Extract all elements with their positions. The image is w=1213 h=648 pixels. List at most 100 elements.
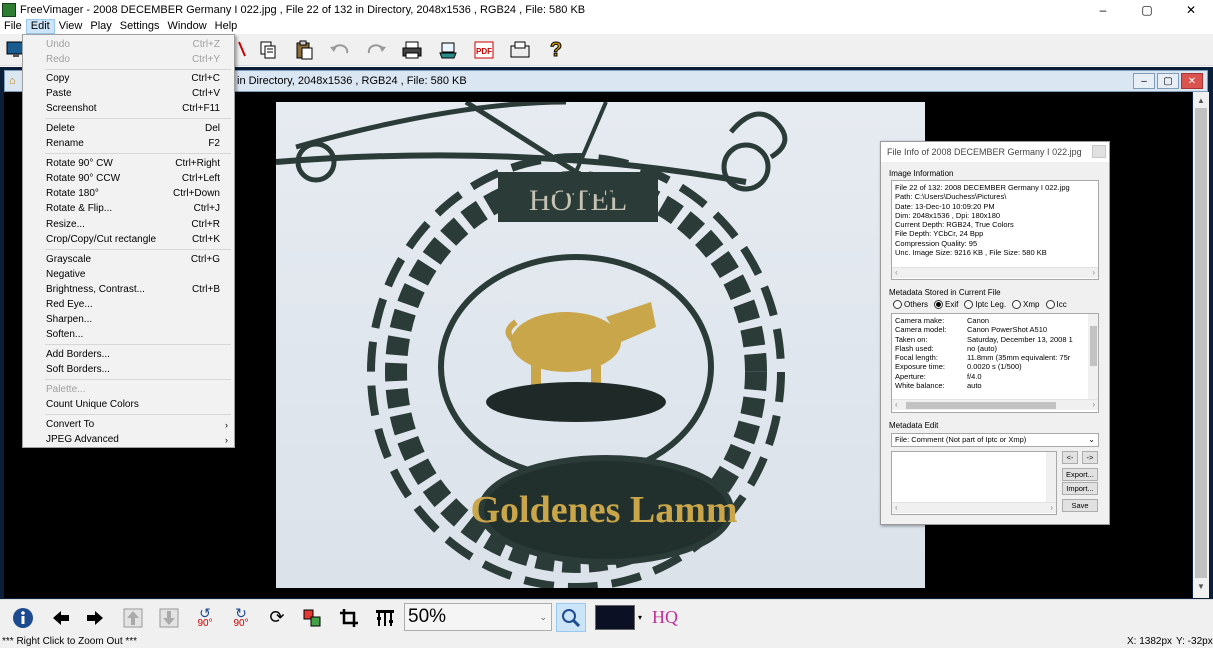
app-icon [2,2,16,17]
child-close-button[interactable]: ✕ [1181,73,1203,89]
menu-item-resize[interactable]: Resize... Ctrl+R [23,217,234,232]
save-button[interactable]: Save [1062,499,1098,512]
menu-play[interactable]: Play [86,19,115,34]
menu-item-sharpen[interactable]: Sharpen... [23,312,234,327]
scroll-left-icon[interactable]: ‹ [895,503,898,512]
menu-item-paste[interactable]: Paste Ctrl+V [23,86,234,101]
prev-field-button[interactable]: <- [1062,451,1078,464]
menu-item-jpeg-advanced[interactable]: JPEG Advanced › [23,432,234,447]
refresh-icon[interactable]: ⟳ [262,603,292,632]
previous-icon[interactable] [46,603,76,632]
radio-iptc-leg[interactable]: Iptc Leg. [964,300,1006,309]
menu-file[interactable]: File [0,19,26,34]
menu-item-soften[interactable]: Soften... [23,327,234,342]
maximize-button[interactable]: ▢ [1125,0,1169,19]
rotate-cw-icon[interactable]: ↻ 90° [226,603,256,632]
child-maximize-button[interactable]: ▢ [1157,73,1179,89]
metadata-row: Aperture: f/4.0 [895,371,982,381]
window-title: FreeVimager - 2008 DECEMBER Germany I 02… [20,3,586,16]
undo-icon[interactable] [326,36,354,64]
menu-item-delete[interactable]: Delete Del [23,121,234,136]
menu-window[interactable]: Window [164,19,211,34]
menu-item-soft-borders[interactable]: Soft Borders... [23,362,234,377]
pdf-icon[interactable]: PDF [470,36,498,64]
file-info-titlebar[interactable]: File Info of 2008 DECEMBER Germany I 022… [881,142,1109,162]
first-icon[interactable] [118,603,148,632]
menu-item-rotate-180[interactable]: Rotate 180° Ctrl+Down [23,186,234,201]
radio-others[interactable]: Others [893,300,928,309]
scroll-down-icon[interactable]: ▼ [1193,578,1209,594]
menu-item-rotate-cw[interactable]: Rotate 90° CW Ctrl+Right [23,156,234,171]
image-info-box[interactable]: File 22 of 132: 2008 DECEMBER Germany I … [891,180,1099,280]
zoom-tool-icon[interactable] [556,603,586,632]
radio-exif[interactable]: Exif [934,300,958,309]
next-icon[interactable] [80,603,110,632]
menu-item-count-colors[interactable]: Count Unique Colors [23,397,234,412]
info-icon[interactable] [8,603,38,632]
menu-item-rename[interactable]: Rename F2 [23,136,234,151]
adjust-icon[interactable] [370,603,400,632]
menu-item-add-borders[interactable]: Add Borders... [23,347,234,362]
menu-item-rotate-flip[interactable]: Rotate & Flip... Ctrl+J [23,201,234,216]
scroll-right-icon[interactable]: › [1050,503,1053,512]
menu-item-red-eye[interactable]: Red Eye... [23,297,234,312]
menu-item-convert-to[interactable]: Convert To › [23,417,234,432]
hq-icon[interactable]: HQ [650,603,680,632]
rotate-ccw-icon[interactable]: ↺ 90° [190,603,220,632]
metadata-field-select[interactable]: File: Comment (Not part of Iptc or Xmp) … [891,433,1099,447]
image-info-line: File Depth: YCbCr, 24 Bpp [895,229,984,239]
child-minimize-button[interactable]: – [1133,73,1155,89]
paste-icon[interactable] [290,36,318,64]
file-info-close-button[interactable] [1092,145,1106,158]
email-icon[interactable] [506,36,534,64]
menu-edit[interactable]: Edit [25,19,55,34]
last-icon[interactable] [154,603,184,632]
scroll-right-icon[interactable]: › [1092,268,1095,277]
scroll-thumb[interactable] [1090,326,1097,366]
scan-icon[interactable] [434,36,462,64]
metadata-edit-vscroll[interactable] [1046,452,1056,502]
menu-item-crop[interactable]: Crop/Copy/Cut rectangle Ctrl+K [23,232,234,247]
radio-xmp[interactable]: Xmp [1012,300,1040,309]
import-button[interactable]: Import... [1062,482,1098,495]
menu-item-copy[interactable]: Copy Ctrl+C [23,71,234,86]
metadata-edit-hscroll[interactable]: ‹ › [892,502,1056,513]
help-icon[interactable]: ? [542,36,570,64]
vertical-scrollbar[interactable]: ▲ ▼ [1193,92,1209,598]
print-icon[interactable] [398,36,426,64]
menu-item-undo[interactable]: Undo Ctrl+Z [23,37,234,52]
menu-view[interactable]: View [55,19,87,34]
minimize-button[interactable]: – [1081,0,1125,19]
close-button[interactable]: ✕ [1169,0,1213,19]
menu-help[interactable]: Help [211,19,242,34]
scroll-left-icon[interactable]: ‹ [895,268,898,277]
metadata-box[interactable]: Camera make: Canon Camera model: Canon Pow… [891,313,1099,413]
menu-item-grayscale[interactable]: Grayscale Ctrl+G [23,252,234,267]
crop-icon[interactable] [334,603,364,632]
zoom-select[interactable]: 50% ⌄ [404,603,552,631]
menu-item-rotate-ccw[interactable]: Rotate 90° CCW Ctrl+Left [23,171,234,186]
scroll-thumb[interactable] [906,402,1056,409]
export-button[interactable]: Export... [1062,468,1098,481]
menu-item-palette[interactable]: Palette... [23,382,234,397]
menu-settings[interactable]: Settings [116,19,164,34]
scroll-thumb[interactable] [1195,108,1207,578]
copy-icon[interactable] [254,36,282,64]
scroll-right-icon[interactable]: › [1092,400,1095,409]
background-color-swatch[interactable] [594,603,636,632]
scroll-left-icon[interactable]: ‹ [895,400,898,409]
colors-icon[interactable] [297,603,327,632]
menu-item-redo[interactable]: Redo Ctrl+Y [23,52,234,67]
radio-icc[interactable]: Icc [1045,300,1067,309]
next-field-button[interactable]: -> [1082,451,1098,464]
menu-item-screenshot[interactable]: Screenshot Ctrl+F11 [23,101,234,116]
menu-item-brightness-contrast[interactable]: Brightness, Contrast... Ctrl+B [23,282,234,297]
menu-item-negative[interactable]: Negative [23,267,234,282]
image-info-hscroll[interactable]: ‹ › [892,267,1098,278]
scroll-up-icon[interactable]: ▲ [1193,92,1209,108]
redo-icon[interactable] [362,36,390,64]
window-titlebar[interactable]: FreeVimager - 2008 DECEMBER Germany I 02… [0,0,1213,19]
chevron-down-icon[interactable]: ▾ [636,603,644,632]
metadata-hscroll[interactable]: ‹ › [892,399,1098,410]
metadata-vscroll[interactable] [1088,314,1098,400]
